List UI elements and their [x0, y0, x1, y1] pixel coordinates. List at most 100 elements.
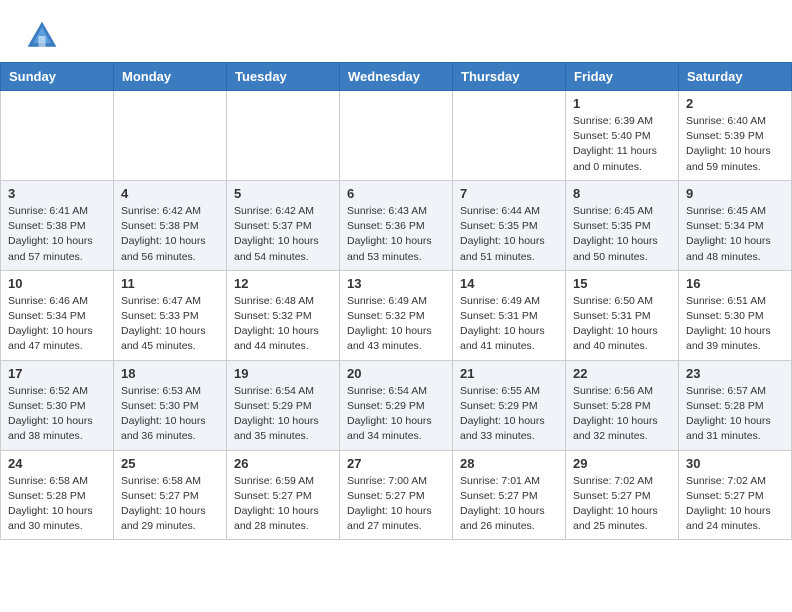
- day-info: Sunrise: 6:44 AMSunset: 5:35 PMDaylight:…: [460, 204, 558, 265]
- calendar-cell: 3 Sunrise: 6:41 AMSunset: 5:38 PMDaylight…: [1, 180, 114, 270]
- calendar-cell: [340, 91, 453, 181]
- day-info: Sunrise: 6:50 AMSunset: 5:31 PMDaylight:…: [573, 294, 671, 355]
- day-number: 29: [573, 456, 671, 471]
- weekday-thursday: Thursday: [453, 63, 566, 91]
- day-number: 25: [121, 456, 219, 471]
- day-info: Sunrise: 6:41 AMSunset: 5:38 PMDaylight:…: [8, 204, 106, 265]
- calendar-cell: 15 Sunrise: 6:50 AMSunset: 5:31 PMDayligh…: [566, 270, 679, 360]
- day-number: 27: [347, 456, 445, 471]
- day-number: 13: [347, 276, 445, 291]
- calendar-cell: 22Sunrise: 6:56 AMSunset: 5:28 PMDayligh…: [566, 360, 679, 450]
- calendar-cell: 25 Sunrise: 6:58 AMSunset: 5:27 PMDayligh…: [114, 450, 227, 540]
- calendar-cell: 13 Sunrise: 6:49 AMSunset: 5:32 PMDayligh…: [340, 270, 453, 360]
- day-number: 23: [686, 366, 784, 381]
- day-info: Sunrise: 6:49 AMSunset: 5:32 PMDaylight:…: [347, 294, 445, 355]
- calendar-cell: [114, 91, 227, 181]
- calendar-cell: 9 Sunrise: 6:45 AMSunset: 5:34 PMDaylight…: [679, 180, 792, 270]
- calendar-week-row: 17 Sunrise: 6:52 AMSunset: 5:30 PMDayligh…: [1, 360, 792, 450]
- day-info: Sunrise: 6:42 AMSunset: 5:38 PMDaylight:…: [121, 204, 219, 265]
- logo-icon: [24, 18, 60, 54]
- day-info: Sunrise: 6:54 AMSunset: 5:29 PMDaylight:…: [234, 384, 332, 445]
- calendar-cell: 19 Sunrise: 6:54 AMSunset: 5:29 PMDayligh…: [227, 360, 340, 450]
- calendar-cell: [227, 91, 340, 181]
- day-info: Sunrise: 7:00 AMSunset: 5:27 PMDaylight:…: [347, 474, 445, 535]
- calendar-cell: 24Sunrise: 6:58 AMSunset: 5:28 PMDayligh…: [1, 450, 114, 540]
- weekday-wednesday: Wednesday: [340, 63, 453, 91]
- day-info: Sunrise: 6:54 AMSunset: 5:29 PMDaylight:…: [347, 384, 445, 445]
- calendar-cell: 29Sunrise: 7:02 AMSunset: 5:27 PMDayligh…: [566, 450, 679, 540]
- day-number: 19: [234, 366, 332, 381]
- weekday-monday: Monday: [114, 63, 227, 91]
- day-info: Sunrise: 6:47 AMSunset: 5:33 PMDaylight:…: [121, 294, 219, 355]
- day-info: Sunrise: 6:58 AMSunset: 5:27 PMDaylight:…: [121, 474, 219, 535]
- day-number: 28: [460, 456, 558, 471]
- day-number: 7: [460, 186, 558, 201]
- weekday-sunday: Sunday: [1, 63, 114, 91]
- day-info: Sunrise: 6:59 AMSunset: 5:27 PMDaylight:…: [234, 474, 332, 535]
- day-number: 4: [121, 186, 219, 201]
- calendar-cell: 6 Sunrise: 6:43 AMSunset: 5:36 PMDaylight…: [340, 180, 453, 270]
- calendar-cell: 5Sunrise: 6:42 AMSunset: 5:37 PMDaylight…: [227, 180, 340, 270]
- calendar-cell: 26 Sunrise: 6:59 AMSunset: 5:27 PMDayligh…: [227, 450, 340, 540]
- calendar-cell: 14 Sunrise: 6:49 AMSunset: 5:31 PMDayligh…: [453, 270, 566, 360]
- day-number: 20: [347, 366, 445, 381]
- day-info: Sunrise: 6:49 AMSunset: 5:31 PMDaylight:…: [460, 294, 558, 355]
- day-info: Sunrise: 6:46 AMSunset: 5:34 PMDaylight:…: [8, 294, 106, 355]
- calendar-cell: 1Sunrise: 6:39 AMSunset: 5:40 PMDaylight…: [566, 91, 679, 181]
- day-info: Sunrise: 6:40 AMSunset: 5:39 PMDaylight:…: [686, 114, 784, 175]
- calendar-cell: 23 Sunrise: 6:57 AMSunset: 5:28 PMDayligh…: [679, 360, 792, 450]
- weekday-header-row: SundayMondayTuesdayWednesdayThursdayFrid…: [1, 63, 792, 91]
- weekday-saturday: Saturday: [679, 63, 792, 91]
- day-number: 12: [234, 276, 332, 291]
- day-number: 15: [573, 276, 671, 291]
- calendar-cell: 12 Sunrise: 6:48 AMSunset: 5:32 PMDayligh…: [227, 270, 340, 360]
- calendar-cell: 20 Sunrise: 6:54 AMSunset: 5:29 PMDayligh…: [340, 360, 453, 450]
- page-header: [0, 0, 792, 62]
- weekday-friday: Friday: [566, 63, 679, 91]
- calendar-cell: 27 Sunrise: 7:00 AMSunset: 5:27 PMDayligh…: [340, 450, 453, 540]
- calendar-week-row: 1Sunrise: 6:39 AMSunset: 5:40 PMDaylight…: [1, 91, 792, 181]
- day-number: 6: [347, 186, 445, 201]
- calendar-cell: 21 Sunrise: 6:55 AMSunset: 5:29 PMDayligh…: [453, 360, 566, 450]
- day-info: Sunrise: 6:53 AMSunset: 5:30 PMDaylight:…: [121, 384, 219, 445]
- day-number: 5: [234, 186, 332, 201]
- day-number: 8: [573, 186, 671, 201]
- day-info: Sunrise: 7:01 AMSunset: 5:27 PMDaylight:…: [460, 474, 558, 535]
- day-number: 18: [121, 366, 219, 381]
- day-info: Sunrise: 6:51 AMSunset: 5:30 PMDaylight:…: [686, 294, 784, 355]
- calendar-cell: 4 Sunrise: 6:42 AMSunset: 5:38 PMDaylight…: [114, 180, 227, 270]
- day-number: 14: [460, 276, 558, 291]
- day-number: 9: [686, 186, 784, 201]
- calendar-cell: 2 Sunrise: 6:40 AMSunset: 5:39 PMDaylight…: [679, 91, 792, 181]
- calendar-cell: 10 Sunrise: 6:46 AMSunset: 5:34 PMDayligh…: [1, 270, 114, 360]
- calendar-cell: 30Sunrise: 7:02 AMSunset: 5:27 PMDayligh…: [679, 450, 792, 540]
- day-info: Sunrise: 6:57 AMSunset: 5:28 PMDaylight:…: [686, 384, 784, 445]
- day-number: 2: [686, 96, 784, 111]
- day-number: 21: [460, 366, 558, 381]
- day-info: Sunrise: 6:39 AMSunset: 5:40 PMDaylight:…: [573, 114, 671, 175]
- calendar-week-row: 10 Sunrise: 6:46 AMSunset: 5:34 PMDayligh…: [1, 270, 792, 360]
- day-number: 26: [234, 456, 332, 471]
- calendar-cell: 8 Sunrise: 6:45 AMSunset: 5:35 PMDaylight…: [566, 180, 679, 270]
- day-info: Sunrise: 6:43 AMSunset: 5:36 PMDaylight:…: [347, 204, 445, 265]
- day-info: Sunrise: 6:45 AMSunset: 5:34 PMDaylight:…: [686, 204, 784, 265]
- calendar-cell: 18 Sunrise: 6:53 AMSunset: 5:30 PMDayligh…: [114, 360, 227, 450]
- day-number: 24: [8, 456, 106, 471]
- day-info: Sunrise: 6:55 AMSunset: 5:29 PMDaylight:…: [460, 384, 558, 445]
- calendar-cell: [453, 91, 566, 181]
- calendar-cell: 28 Sunrise: 7:01 AMSunset: 5:27 PMDayligh…: [453, 450, 566, 540]
- day-number: 17: [8, 366, 106, 381]
- day-number: 11: [121, 276, 219, 291]
- day-info: Sunrise: 6:48 AMSunset: 5:32 PMDaylight:…: [234, 294, 332, 355]
- day-number: 10: [8, 276, 106, 291]
- calendar-cell: 7 Sunrise: 6:44 AMSunset: 5:35 PMDaylight…: [453, 180, 566, 270]
- day-info: Sunrise: 6:52 AMSunset: 5:30 PMDaylight:…: [8, 384, 106, 445]
- calendar-table: SundayMondayTuesdayWednesdayThursdayFrid…: [0, 62, 792, 540]
- calendar-week-row: 24Sunrise: 6:58 AMSunset: 5:28 PMDayligh…: [1, 450, 792, 540]
- calendar-cell: 16Sunrise: 6:51 AMSunset: 5:30 PMDayligh…: [679, 270, 792, 360]
- weekday-tuesday: Tuesday: [227, 63, 340, 91]
- day-info: Sunrise: 6:45 AMSunset: 5:35 PMDaylight:…: [573, 204, 671, 265]
- day-info: Sunrise: 7:02 AMSunset: 5:27 PMDaylight:…: [686, 474, 784, 535]
- day-number: 3: [8, 186, 106, 201]
- logo: [24, 18, 64, 54]
